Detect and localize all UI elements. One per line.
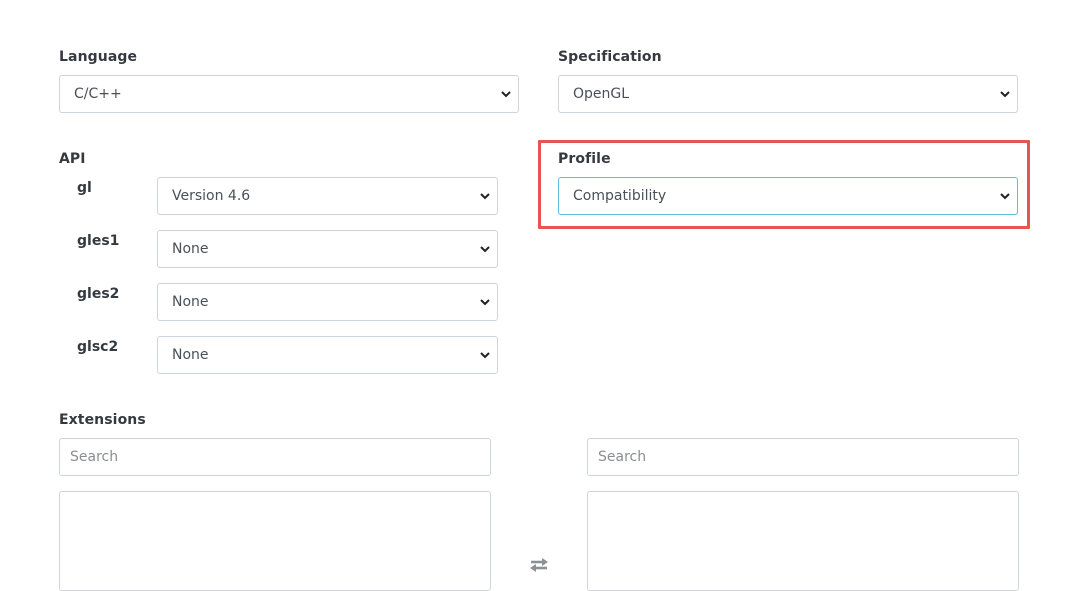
- api-name-glsc2: glsc2: [77, 339, 119, 355]
- profile-select-value: Compatibility: [573, 188, 667, 204]
- chevron-down-icon: [1000, 193, 1010, 200]
- profile-select[interactable]: Compatibility: [558, 177, 1018, 215]
- api-gles1-select-value: None: [172, 241, 209, 257]
- swap-arrows-icon[interactable]: [528, 557, 550, 573]
- api-glsc2-select[interactable]: None: [157, 336, 498, 374]
- chevron-down-icon: [501, 91, 511, 98]
- specification-select-value: OpenGL: [573, 86, 630, 102]
- api-gles1-select[interactable]: None: [157, 230, 498, 268]
- api-gl-select-value: Version 4.6: [172, 188, 251, 204]
- api-name-gles2: gles2: [77, 286, 120, 302]
- language-select-value: C/C++: [74, 86, 122, 102]
- selected-extensions-search-input[interactable]: [587, 438, 1019, 476]
- chevron-down-icon: [480, 352, 490, 359]
- available-extensions-search-input[interactable]: [59, 438, 491, 476]
- api-label: API: [59, 151, 86, 167]
- api-gles2-select-value: None: [172, 294, 209, 310]
- api-gles2-select[interactable]: None: [157, 283, 498, 321]
- profile-label: Profile: [558, 151, 611, 167]
- chevron-down-icon: [480, 193, 490, 200]
- api-name-gl: gl: [77, 180, 92, 196]
- language-select[interactable]: C/C++: [59, 75, 519, 113]
- api-name-gles1: gles1: [77, 233, 120, 249]
- chevron-down-icon: [1000, 91, 1010, 98]
- selected-extensions-list[interactable]: [587, 491, 1019, 591]
- chevron-down-icon: [480, 299, 490, 306]
- api-glsc2-select-value: None: [172, 347, 209, 363]
- chevron-down-icon: [480, 246, 490, 253]
- extensions-label: Extensions: [59, 412, 146, 428]
- language-label: Language: [59, 49, 138, 65]
- api-gl-select[interactable]: Version 4.6: [157, 177, 498, 215]
- available-extensions-list[interactable]: [59, 491, 491, 591]
- specification-select[interactable]: OpenGL: [558, 75, 1018, 113]
- specification-label: Specification: [558, 49, 662, 65]
